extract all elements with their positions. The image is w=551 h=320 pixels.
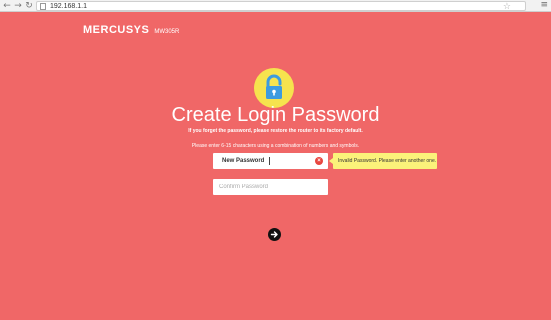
- browser-toolbar: ← → ↻ 192.168.1.1 ☆ ≡: [0, 0, 551, 12]
- lock-badge: [254, 68, 294, 108]
- page-title: Create Login Password: [171, 104, 380, 126]
- forget-password-note: If you forget the password, please resto…: [188, 128, 363, 134]
- password-requirements-hint: Please enter 6-15 characters using a com…: [191, 143, 360, 149]
- error-tooltip: Invalid Password. Please enter another o…: [329, 153, 437, 169]
- star-icon[interactable]: ☆: [503, 2, 511, 13]
- page-icon: [40, 3, 46, 10]
- error-tooltip-text: Invalid Password. Please enter another o…: [338, 158, 437, 164]
- arrow-right-icon: [270, 231, 278, 238]
- new-password-label: New Password: [222, 158, 265, 164]
- confirm-password-field[interactable]: [213, 179, 328, 195]
- back-arrow-icon[interactable]: ←: [2, 1, 12, 11]
- address-url[interactable]: 192.168.1.1: [50, 2, 87, 11]
- hamburger-menu-icon[interactable]: ≡: [540, 0, 548, 11]
- brand-logo: MERCUSYS: [83, 24, 150, 36]
- address-bar[interactable]: 192.168.1.1 ☆: [36, 1, 526, 13]
- confirm-password-input[interactable]: [213, 179, 328, 195]
- reload-icon[interactable]: ↻: [24, 1, 34, 11]
- model-name: MW305R: [154, 29, 180, 35]
- forward-arrow-icon[interactable]: →: [13, 1, 23, 11]
- error-x-icon[interactable]: ×: [315, 157, 323, 165]
- next-button[interactable]: [268, 228, 281, 241]
- brand-header: MERCUSYS MW305R: [83, 24, 179, 36]
- padlock-icon: [266, 74, 282, 99]
- new-password-field[interactable]: New Password ×: [213, 153, 328, 169]
- text-cursor: [269, 157, 270, 165]
